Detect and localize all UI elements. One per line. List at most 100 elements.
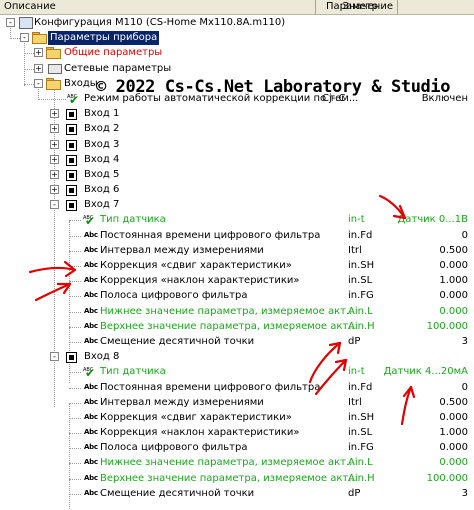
param-code: in.FG bbox=[348, 290, 374, 302]
param-code: in.SH bbox=[348, 411, 375, 423]
param-row[interactable]: Abc Нижнее значение параметра, измеряемое… bbox=[0, 304, 474, 319]
param-label: Верхнее значение параметра, измеряемое а… bbox=[100, 472, 358, 484]
folder-icon bbox=[46, 47, 61, 60]
expand-toggle[interactable]: + bbox=[50, 169, 59, 179]
param-row[interactable]: Abc Верхнее значение параметра, измеряемо… bbox=[0, 471, 474, 486]
string-param-icon: Abc bbox=[84, 488, 98, 497]
collapse-toggle[interactable]: - bbox=[6, 18, 15, 27]
param-label: Тип датчика bbox=[100, 214, 166, 226]
collapse-toggle[interactable]: - bbox=[20, 33, 29, 43]
string-param-icon: Abc bbox=[84, 443, 98, 452]
inputs-label: Входы bbox=[64, 77, 98, 89]
string-param-icon: Abc bbox=[84, 336, 98, 345]
collapse-toggle[interactable]: - bbox=[34, 78, 43, 88]
param-row[interactable]: Abc Полоса цифрового фильтра in.FG 0.000 bbox=[0, 440, 474, 455]
param-row[interactable]: Abc Коррекция «сдвиг характеристики» in.SH… bbox=[0, 410, 474, 425]
param-code: Ain.L bbox=[348, 305, 373, 317]
collapse-toggle[interactable]: - bbox=[50, 352, 59, 362]
expand-toggle[interactable]: + bbox=[34, 63, 43, 73]
param-row[interactable]: АВС ✔ Тип датчика in-t Датчик 0...1В bbox=[0, 212, 474, 228]
param-row[interactable]: Abc Интервал между измерениями Itrl 0.500 bbox=[0, 243, 474, 258]
param-value[interactable]: 100.000 bbox=[427, 319, 468, 334]
tree-node-input-8[interactable]: - Вход 8 bbox=[0, 349, 474, 364]
param-label: Интервал между измерениями bbox=[100, 244, 264, 256]
expand-toggle[interactable]: + bbox=[50, 139, 59, 149]
string-param-icon: Abc bbox=[84, 382, 98, 391]
tree-node-input-3[interactable]: + Вход 3 bbox=[0, 137, 474, 152]
param-row[interactable]: Abc Верхнее значение параметра, измеряемо… bbox=[0, 319, 474, 334]
tree-node-root[interactable]: - Конфигурация М110 (CS-Home Mx110.8A.m1… bbox=[0, 15, 474, 30]
param-value[interactable]: 0 bbox=[462, 228, 468, 243]
param-label: Интервал между измерениями bbox=[100, 396, 264, 408]
tree-node-input-1[interactable]: + Вход 1 bbox=[0, 106, 474, 121]
string-param-icon: Abc bbox=[84, 321, 98, 330]
input-node-icon bbox=[66, 185, 77, 197]
input-label: Вход 5 bbox=[84, 168, 120, 180]
param-value[interactable]: Датчик 0...1В bbox=[397, 212, 468, 227]
param-row[interactable]: Abc Постоянная времени цифрового фильтра i… bbox=[0, 380, 474, 395]
input-label: Вход 1 bbox=[84, 108, 120, 120]
param-row[interactable]: Abc Интервал между измерениями Itrl 0.500 bbox=[0, 395, 474, 410]
param-value[interactable]: 0 bbox=[462, 380, 468, 395]
param-row[interactable]: Abc Коррекция «сдвиг характеристики» in.SH… bbox=[0, 258, 474, 273]
param-value[interactable]: 0.000 bbox=[439, 258, 468, 273]
input-label: Вход 2 bbox=[84, 123, 120, 135]
param-label: Нижнее значение параметра, измеряемое ак… bbox=[100, 305, 356, 317]
column-header-description[interactable]: Описание bbox=[0, 0, 316, 14]
input-node-icon bbox=[66, 169, 77, 181]
param-row[interactable]: Abc Коррекция «наклон характеристики» in.S… bbox=[0, 273, 474, 288]
param-value[interactable]: 0.000 bbox=[439, 440, 468, 455]
param-row[interactable]: Abc Полоса цифрового фильтра in.FG 0.000 bbox=[0, 288, 474, 303]
input-label: Вход 8 bbox=[84, 351, 120, 363]
tree-node-input-7[interactable]: - Вход 7 bbox=[0, 197, 474, 212]
tree-node-input-6[interactable]: + Вход 6 bbox=[0, 182, 474, 197]
tree-node-network[interactable]: + Сетевые параметры bbox=[0, 61, 474, 76]
tree-node-general[interactable]: + Общие параметры bbox=[0, 45, 474, 60]
string-param-icon: Abc bbox=[84, 428, 98, 437]
param-value[interactable]: 0.500 bbox=[439, 395, 468, 410]
expand-toggle[interactable]: + bbox=[34, 48, 43, 58]
param-label: Смещение десятичной точки bbox=[100, 335, 255, 347]
expand-toggle[interactable]: + bbox=[50, 124, 59, 134]
collapse-toggle[interactable]: - bbox=[50, 200, 59, 210]
param-value[interactable]: 1.000 bbox=[439, 425, 468, 440]
tree-node-input-2[interactable]: + Вход 2 bbox=[0, 121, 474, 136]
input-label: Вход 3 bbox=[84, 138, 120, 150]
input-node-icon bbox=[66, 154, 77, 166]
param-row[interactable]: Abc Коррекция «наклон характеристики» in.S… bbox=[0, 425, 474, 440]
tree-node-input-4[interactable]: + Вход 4 bbox=[0, 152, 474, 167]
param-value[interactable]: Датчик 4...20мА bbox=[384, 364, 468, 379]
param-row[interactable]: Abc Смещение десятичной точки dP 3 bbox=[0, 486, 474, 501]
param-row[interactable]: АВС ✔ Тип датчика in-t Датчик 4...20мА bbox=[0, 364, 474, 380]
param-code: in.FG bbox=[348, 442, 374, 454]
string-param-icon: Abc bbox=[84, 473, 98, 482]
expand-toggle[interactable]: + bbox=[50, 185, 59, 195]
device-params-label: Параметры прибора bbox=[48, 30, 160, 45]
expand-toggle[interactable]: + bbox=[50, 109, 59, 119]
tree-node-input-5[interactable]: + Вход 5 bbox=[0, 167, 474, 182]
input-node-icon bbox=[66, 200, 77, 212]
param-code: in.SH bbox=[348, 260, 375, 271]
param-label: Тип датчика bbox=[100, 366, 166, 378]
param-value[interactable]: 0.500 bbox=[439, 243, 468, 258]
tree-node-device-params[interactable]: - Параметры прибора bbox=[0, 30, 474, 45]
param-value[interactable]: 0.000 bbox=[439, 410, 468, 425]
param-value[interactable]: 0.000 bbox=[439, 455, 468, 470]
config-icon bbox=[19, 17, 33, 29]
param-value[interactable]: 100.000 bbox=[427, 471, 468, 486]
param-label: Коррекция «сдвиг характеристики» bbox=[100, 411, 292, 423]
param-value[interactable]: 0.000 bbox=[439, 304, 468, 319]
param-value[interactable]: 0.000 bbox=[439, 288, 468, 303]
param-value[interactable]: 3 bbox=[462, 486, 468, 501]
param-row[interactable]: Abc Нижнее значение параметра, измеряемое… bbox=[0, 455, 474, 470]
param-row[interactable]: Abc Постоянная времени цифрового фильтра i… bbox=[0, 228, 474, 243]
param-label: Нижнее значение параметра, измеряемое ак… bbox=[100, 457, 356, 469]
param-value[interactable]: 3 bbox=[462, 334, 468, 349]
column-header-param[interactable]: Параметр bbox=[322, 0, 398, 14]
param-row[interactable]: Abc Смещение десятичной точки dP 3 bbox=[0, 334, 474, 349]
input-node-icon bbox=[66, 139, 77, 151]
folder-open-icon bbox=[32, 32, 47, 45]
param-value[interactable]: 1.000 bbox=[439, 273, 468, 288]
param-label: Верхнее значение параметра, измеряемое а… bbox=[100, 320, 358, 332]
expand-toggle[interactable]: + bbox=[50, 154, 59, 164]
